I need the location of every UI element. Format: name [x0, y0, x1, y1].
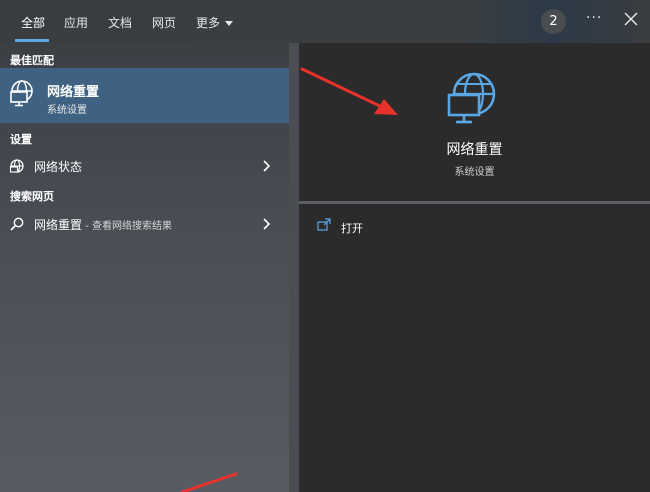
panel-divider — [289, 43, 299, 492]
preview-subtitle: 系统设置 — [454, 167, 495, 178]
tab-more-label: 更多 — [196, 16, 221, 30]
web-result-query: 网络重置 — [34, 218, 83, 232]
best-match-subtitle: 系统设置 — [47, 105, 87, 116]
rewards-badge[interactable]: 2 — [541, 9, 566, 34]
list-item-web-search[interactable]: 网络重置 - 查看网络搜索结果 — [0, 211, 289, 237]
globe-monitor-icon — [447, 72, 496, 124]
settings-heading: 设置 — [10, 133, 32, 146]
list-item-label: 网络状态 — [34, 160, 83, 174]
tab-all[interactable]: 全部 — [21, 14, 45, 31]
search-web-heading: 搜索网页 — [10, 190, 54, 203]
close-icon[interactable] — [622, 10, 640, 28]
chevron-down-icon — [225, 21, 234, 26]
open-action[interactable]: 打开 — [341, 220, 363, 236]
best-match-heading: 最佳匹配 — [10, 54, 54, 67]
web-result-text: 网络重置 - 查看网络搜索结果 — [34, 216, 172, 233]
preview-separator — [299, 201, 650, 204]
chevron-right-icon[interactable] — [262, 160, 270, 172]
globe-monitor-icon — [10, 80, 33, 107]
tab-web[interactable]: 网页 — [152, 14, 176, 31]
search-top-bar: 全部 应用 文档 网页 更多 2 ··· — [0, 0, 650, 43]
open-icon[interactable] — [317, 218, 331, 232]
preview-title: 网络重置 — [446, 142, 503, 158]
tab-documents[interactable]: 文档 — [108, 14, 132, 31]
tab-more[interactable]: 更多 — [196, 14, 234, 31]
list-item-network-status[interactable]: 网络状态 — [0, 153, 289, 179]
preview-panel: 网络重置 系统设置 打开 — [299, 43, 650, 492]
results-panel: 最佳匹配 网络重置 系统设置 设置 网络状态 搜索网页 网络重置 - 查看网络搜… — [0, 43, 289, 492]
tab-apps[interactable]: 应用 — [64, 14, 88, 31]
best-match-title: 网络重置 — [47, 85, 100, 100]
best-match-item[interactable]: 网络重置 系统设置 — [0, 68, 289, 123]
chevron-right-icon[interactable] — [262, 218, 270, 230]
search-icon — [10, 217, 24, 231]
ellipsis-icon[interactable]: ··· — [586, 10, 602, 26]
active-tab-indicator — [15, 39, 49, 42]
globe-icon — [9, 159, 24, 173]
web-result-suffix: - 查看网络搜索结果 — [82, 221, 172, 232]
